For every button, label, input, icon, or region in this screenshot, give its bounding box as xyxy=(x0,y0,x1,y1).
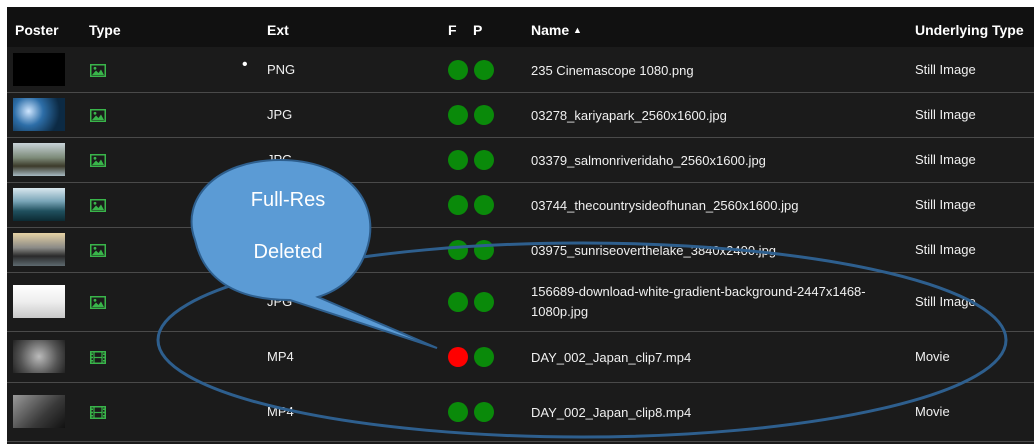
image-icon xyxy=(90,296,106,309)
poster-thumbnail[interactable] xyxy=(13,98,65,131)
column-header-bar: Poster Type Ext F P Name ▲ Underlying Ty… xyxy=(7,7,1034,47)
ext-cell: JPG xyxy=(267,152,293,167)
table-row[interactable]: MP4 DAY_002_Japan_clip8.mp4 Movie xyxy=(7,383,1034,442)
poster-thumbnail[interactable] xyxy=(13,395,65,428)
table-row[interactable]: MP4 DAY_002_Japan_clip7.mp4 Movie xyxy=(7,332,1034,383)
poster-thumbnail[interactable] xyxy=(13,53,65,86)
header-p[interactable]: P xyxy=(473,22,482,38)
table-row[interactable]: JPG 03975_sunriseoverthelake_3840x2400.jp… xyxy=(7,228,1034,273)
underlying-type-cell: Still Image xyxy=(915,242,976,257)
full-res-status-indicator xyxy=(448,195,468,215)
poster-thumbnail[interactable] xyxy=(13,143,65,176)
sort-ascending-icon: ▲ xyxy=(573,25,582,35)
proxy-status-indicator xyxy=(474,60,494,80)
image-icon xyxy=(90,64,106,77)
poster-thumbnail[interactable] xyxy=(13,233,65,266)
proxy-status-indicator xyxy=(474,195,494,215)
ext-cell: MP4 xyxy=(267,349,294,364)
underlying-type-cell: Movie xyxy=(915,349,950,364)
film-icon xyxy=(90,406,106,419)
proxy-status-indicator xyxy=(474,292,494,312)
underlying-type-cell: Still Image xyxy=(915,62,976,77)
clip-name-cell[interactable]: 235 Cinemascope 1080.png xyxy=(531,61,901,81)
header-f[interactable]: F xyxy=(448,22,457,38)
full-res-status-indicator xyxy=(448,240,468,260)
film-icon xyxy=(90,351,106,364)
table-row[interactable]: JPG 03379_salmonriveridaho_2560x1600.jpg S… xyxy=(7,138,1034,183)
proxy-status-indicator xyxy=(474,150,494,170)
ext-cell: PNG xyxy=(267,62,296,77)
table-row[interactable]: JPG 03744_thecountrysideofhunan_2560x1600… xyxy=(7,183,1034,228)
full-res-missing-indicator xyxy=(448,347,468,367)
header-name-label: Name xyxy=(531,22,570,38)
clip-name-cell[interactable]: DAY_002_Japan_clip7.mp4 xyxy=(531,348,901,368)
proxy-status-indicator xyxy=(474,402,494,422)
table-row[interactable]: • PNG 235 Cinemascope 1080.png Still Image xyxy=(7,48,1034,93)
clip-name-cell[interactable]: 03379_salmonriveridaho_2560x1600.jpg xyxy=(531,151,901,171)
underlying-type-cell: Still Image xyxy=(915,107,976,122)
proxy-status-indicator xyxy=(474,105,494,125)
full-res-status-indicator xyxy=(448,402,468,422)
underlying-type-cell: Still Image xyxy=(915,197,976,212)
proxy-status-indicator xyxy=(474,240,494,260)
table-row[interactable]: JPG 03278_kariyapark_2560x1600.jpg Still I… xyxy=(7,93,1034,138)
header-name[interactable]: Name ▲ xyxy=(531,22,582,38)
poster-thumbnail[interactable] xyxy=(13,340,65,373)
full-res-status-indicator xyxy=(448,292,468,312)
table-row[interactable]: JPG 156689-download-white-gradient-backgr… xyxy=(7,273,1034,332)
ext-cell: MP4 xyxy=(267,404,294,419)
header-poster[interactable]: Poster xyxy=(15,22,59,38)
full-res-status-indicator xyxy=(448,150,468,170)
poster-thumbnail[interactable] xyxy=(13,188,65,221)
underlying-type-cell: Still Image xyxy=(915,152,976,167)
image-icon xyxy=(90,244,106,257)
underlying-type-cell: Still Image xyxy=(915,294,976,309)
header-ext[interactable]: Ext xyxy=(267,22,289,38)
header-underlying-type[interactable]: Underlying Type xyxy=(915,22,1024,38)
underlying-type-cell: Movie xyxy=(915,404,950,419)
ext-cell: JPG xyxy=(267,294,293,309)
poster-thumbnail[interactable] xyxy=(13,285,65,318)
callout-line1: Full-Res xyxy=(250,189,326,211)
selection-marker: • xyxy=(242,56,248,73)
callout-line2: Deleted xyxy=(253,241,323,263)
header-type[interactable]: Type xyxy=(89,22,121,38)
image-icon xyxy=(90,154,106,167)
ext-cell: JPG xyxy=(267,107,293,122)
clip-name-cell[interactable]: 03975_sunriseoverthelake_3840x2400.jpg xyxy=(531,241,901,261)
clip-name-cell[interactable]: DAY_002_Japan_clip8.mp4 xyxy=(531,403,901,423)
proxy-status-indicator xyxy=(474,347,494,367)
clip-name-cell[interactable]: 03744_thecountrysideofhunan_2560x1600.jp… xyxy=(531,196,901,216)
image-icon xyxy=(90,199,106,212)
image-icon xyxy=(90,109,106,122)
clip-name-cell[interactable]: 156689-download-white-gradient-backgroun… xyxy=(531,282,901,322)
clip-name-cell[interactable]: 03278_kariyapark_2560x1600.jpg xyxy=(531,106,901,126)
media-pool-list: Poster Type Ext F P Name ▲ Underlying Ty… xyxy=(7,7,1034,444)
full-res-status-indicator xyxy=(448,60,468,80)
full-res-status-indicator xyxy=(448,105,468,125)
